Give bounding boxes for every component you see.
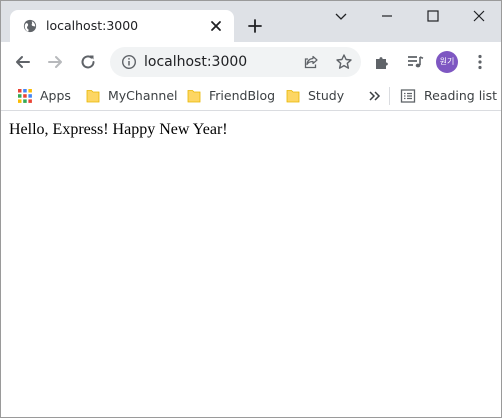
address-bar[interactable]: localhost:3000 xyxy=(110,47,361,77)
tab-localhost[interactable]: localhost:3000 xyxy=(10,10,234,42)
info-icon[interactable] xyxy=(121,54,137,70)
back-arrow-icon[interactable] xyxy=(14,53,32,71)
profile-avatar[interactable]: 원기 xyxy=(436,51,458,73)
address-url: localhost:3000 xyxy=(144,54,248,70)
kebab-menu-icon[interactable] xyxy=(471,53,489,71)
bookmark-folder-friendblog[interactable]: FriendBlog xyxy=(186,86,276,106)
reading-list-label: Reading list xyxy=(424,88,498,103)
bookmark-label: Apps xyxy=(40,88,71,103)
close-icon[interactable] xyxy=(209,19,223,33)
apps-grid-icon xyxy=(18,89,32,103)
chevron-down-icon[interactable] xyxy=(333,8,349,24)
page-viewport: Hello, Express! Happy New Year! xyxy=(1,112,501,417)
globe-icon xyxy=(23,19,37,33)
puzzle-extensions-icon[interactable] xyxy=(373,53,391,71)
reload-icon[interactable] xyxy=(79,53,97,71)
tab-title: localhost:3000 xyxy=(46,18,139,33)
browser-window: localhost:3000 localhost:3000 원기 Apps My… xyxy=(0,0,502,418)
folder-icon xyxy=(286,90,300,103)
bookmark-apps[interactable]: Apps xyxy=(17,86,77,106)
bookmarks-divider xyxy=(389,87,390,105)
minimize-icon[interactable] xyxy=(379,8,395,24)
new-tab-plus-icon[interactable] xyxy=(247,18,263,34)
reading-list-button[interactable]: Reading list xyxy=(400,86,498,106)
bookmark-label: FriendBlog xyxy=(209,88,276,103)
bookmark-folder-study[interactable]: Study xyxy=(285,86,347,106)
bookmarks-overflow-chevron-icon[interactable] xyxy=(368,89,382,103)
folder-icon xyxy=(187,90,201,103)
tab-strip: localhost:3000 xyxy=(1,1,501,42)
page-body-text: Hello, Express! Happy New Year! xyxy=(9,121,228,138)
maximize-icon[interactable] xyxy=(425,8,441,24)
forward-arrow-icon[interactable] xyxy=(46,53,64,71)
bookmark-folder-mychannel[interactable]: MyChannel xyxy=(85,86,178,106)
folder-icon xyxy=(86,90,100,103)
window-close-icon[interactable] xyxy=(471,8,487,24)
bookmark-label: Study xyxy=(308,88,345,103)
navigation-toolbar: localhost:3000 원기 xyxy=(1,42,501,81)
bookmark-label: MyChannel xyxy=(108,88,178,103)
share-icon[interactable] xyxy=(303,54,319,70)
reading-list-icon xyxy=(400,89,416,103)
media-queue-icon[interactable] xyxy=(406,53,424,71)
bookmarks-bar: Apps MyChannel FriendBlog Study Reading … xyxy=(1,81,501,111)
bookmark-star-icon[interactable] xyxy=(335,53,353,71)
